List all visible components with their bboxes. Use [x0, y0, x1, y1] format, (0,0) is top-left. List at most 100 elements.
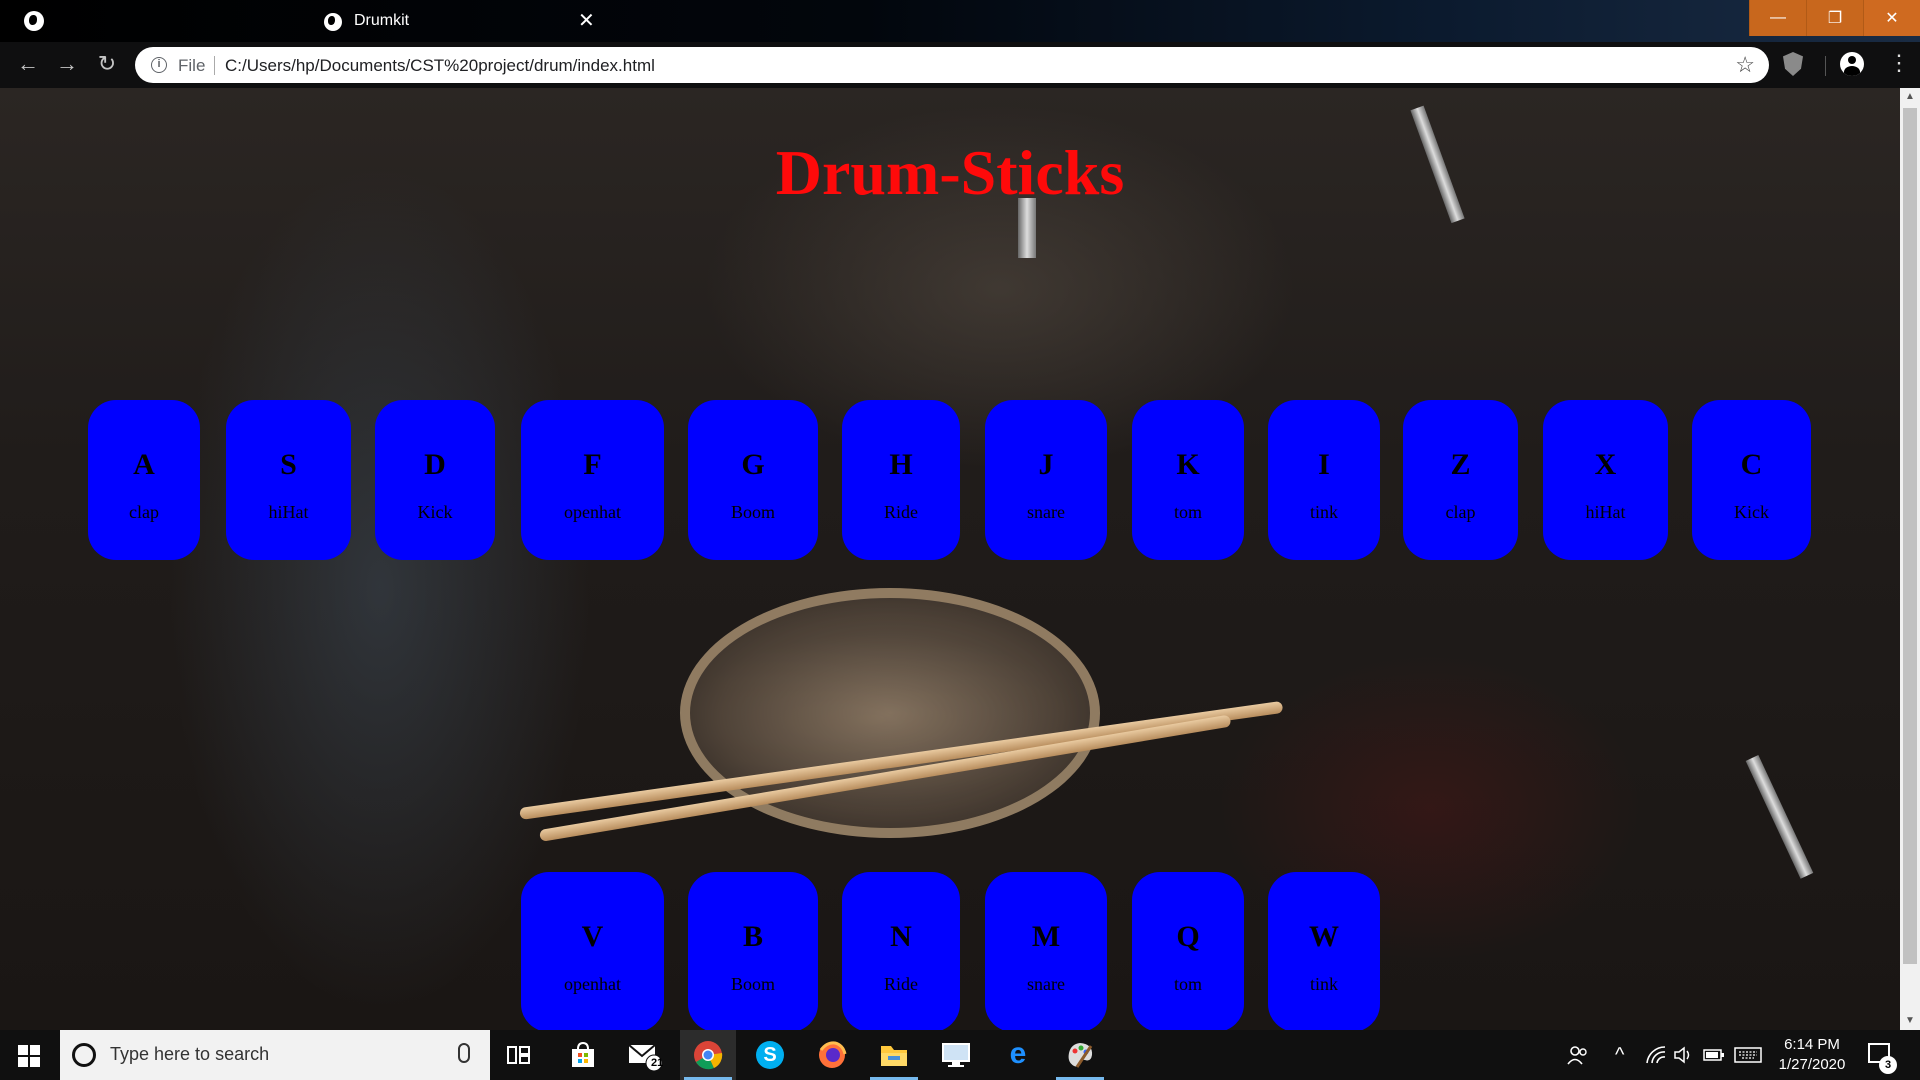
microphone-icon[interactable] [458, 1043, 470, 1063]
taskbar-search[interactable]: Type here to search [60, 1030, 490, 1080]
people-icon[interactable] [1566, 1030, 1590, 1080]
drum-key-sound: tom [1173, 502, 1202, 522]
drum-key-s[interactable]: ShiHat [226, 400, 351, 560]
drum-key-sound: Kick [417, 502, 453, 522]
chrome-app[interactable] [680, 1030, 736, 1080]
page-title: Drum-Sticks [775, 137, 1125, 208]
store-app[interactable] [555, 1030, 611, 1080]
remote-desktop-app[interactable] [928, 1030, 984, 1080]
close-window-button[interactable]: ✕ [1863, 0, 1920, 36]
drum-key-m[interactable]: Msnare [985, 872, 1107, 1030]
window-controls: — ❐ ✕ [1749, 0, 1920, 36]
search-placeholder: Type here to search [110, 1044, 270, 1064]
battery-icon[interactable] [1703, 1030, 1725, 1080]
clock-time: 6:14 PM [1784, 1036, 1840, 1053]
file-explorer-app[interactable] [866, 1030, 922, 1080]
drum-key-sound: Boom [730, 502, 775, 522]
drum-key-letter: D [424, 448, 446, 481]
drum-key-f[interactable]: Fopenhat [521, 400, 664, 560]
scroll-thumb[interactable] [1903, 108, 1917, 964]
drum-key-q[interactable]: Qtom [1132, 872, 1244, 1030]
drum-key-letter: H [889, 448, 913, 481]
skype-icon: S [756, 1041, 784, 1069]
restore-button[interactable]: ❐ [1806, 0, 1863, 36]
drum-key-sound: Ride [884, 502, 918, 522]
drum-key-v[interactable]: Vopenhat [521, 872, 664, 1030]
browser-app-icon[interactable] [24, 11, 44, 31]
drum-key-x[interactable]: XhiHat [1543, 400, 1668, 560]
drum-key-d[interactable]: D Kick [375, 400, 495, 560]
drum-key-g[interactable]: G Boom [688, 400, 818, 560]
drum-key-sound: hiHat [1585, 502, 1626, 522]
scroll-up-arrow[interactable]: ▲ [1900, 88, 1920, 106]
back-button[interactable]: ← [14, 50, 42, 78]
drum-key-sound: tom [1173, 974, 1202, 994]
drum-key-sound: clap [129, 502, 159, 522]
drum-key-z[interactable]: Zclap [1403, 400, 1518, 560]
browser-titlebar: Drumkit ✕ — ❐ ✕ [0, 0, 1920, 42]
profile-icon[interactable] [1840, 52, 1864, 76]
drum-key-letter: V [581, 920, 604, 953]
scroll-down-arrow[interactable]: ▼ [1900, 1012, 1920, 1030]
browser-toolbar: ← → ↻ i File C:/Users/hp/Documents/CST%2… [0, 42, 1920, 88]
mail-badge: 21 [651, 1057, 664, 1069]
drum-key-c[interactable]: C Kick [1692, 400, 1811, 560]
wifi-icon[interactable] [1645, 1030, 1667, 1080]
speaker-icon [1674, 1046, 1690, 1064]
keyboard-glyph-icon [1734, 1047, 1762, 1063]
firefox-icon [819, 1041, 847, 1068]
drum-key-sound: snare [1027, 974, 1065, 994]
drum-key-sound: Kick [1734, 502, 1769, 522]
tab-drumkit[interactable]: Drumkit ✕ [312, 4, 610, 42]
drum-key-h[interactable]: H Ride [842, 400, 960, 560]
start-button[interactable] [18, 1045, 40, 1067]
drum-key-letter: Z [1450, 448, 1471, 481]
drum-key-letter: A [133, 448, 155, 481]
keyboard-icon[interactable] [1734, 1030, 1762, 1080]
drum-key-a[interactable]: Aclap [88, 400, 200, 560]
drum-key-sound: tink [1309, 502, 1338, 522]
address-bar[interactable]: i File C:/Users/hp/Documents/CST%20proje… [135, 47, 1769, 83]
bookmark-star-icon[interactable]: ☆ [1735, 52, 1755, 78]
windows-logo-icon [30, 1057, 40, 1067]
firefox-app[interactable] [804, 1030, 860, 1080]
drum-key-w[interactable]: Wtink [1268, 872, 1380, 1030]
volume-icon[interactable] [1673, 1030, 1695, 1080]
windows-taskbar: Type here to search 21 S e ^ 6:14 PM 1/2… [0, 1030, 1920, 1080]
drum-key-n[interactable]: N Ride [842, 872, 960, 1030]
drum-key-i[interactable]: Itink [1268, 400, 1380, 560]
drum-key-letter: X [1594, 448, 1617, 481]
task-view-button[interactable] [491, 1030, 547, 1080]
forward-button[interactable]: → [53, 50, 81, 78]
mail-app[interactable]: 21 [617, 1030, 673, 1080]
drum-key-letter: J [1038, 448, 1054, 481]
shield-extension-icon[interactable] [1783, 52, 1803, 76]
drum-key-letter: C [1740, 448, 1763, 481]
background-stand [1745, 755, 1814, 879]
close-tab-icon[interactable]: ✕ [578, 8, 595, 33]
menu-icon[interactable]: ⋮ [1888, 50, 1910, 76]
info-icon[interactable]: i [151, 57, 167, 73]
windows-logo-icon [18, 1045, 28, 1055]
edge-app[interactable]: e [990, 1030, 1046, 1080]
page-scrollbar[interactable]: ▲ ▼ [1900, 88, 1920, 1030]
drum-key-j[interactable]: Jsnare [985, 400, 1107, 560]
address-separator [214, 56, 215, 75]
chrome-icon [694, 1041, 723, 1070]
minimize-button[interactable]: — [1749, 0, 1806, 36]
taskbar-clock[interactable]: 6:14 PM 1/27/2020 [1766, 1035, 1858, 1075]
show-hidden-icons[interactable]: ^ [1615, 1030, 1624, 1080]
drum-key-sound: clap [1445, 502, 1476, 522]
drum-key-b[interactable]: B Boom [688, 872, 818, 1030]
notification-count: 3 [1879, 1056, 1897, 1074]
folder-icon [881, 1046, 907, 1066]
url-text[interactable]: C:/Users/hp/Documents/CST%20project/drum… [225, 56, 655, 76]
drum-key-letter: Q [1176, 920, 1200, 953]
reload-button[interactable]: ↻ [93, 50, 121, 78]
skype-app[interactable]: S [742, 1030, 798, 1080]
drum-key-letter: W [1309, 920, 1339, 953]
drum-key-k[interactable]: Ktom [1132, 400, 1244, 560]
cortana-icon [72, 1043, 96, 1067]
paint-app[interactable] [1052, 1030, 1108, 1080]
windows-logo-icon [18, 1057, 28, 1067]
